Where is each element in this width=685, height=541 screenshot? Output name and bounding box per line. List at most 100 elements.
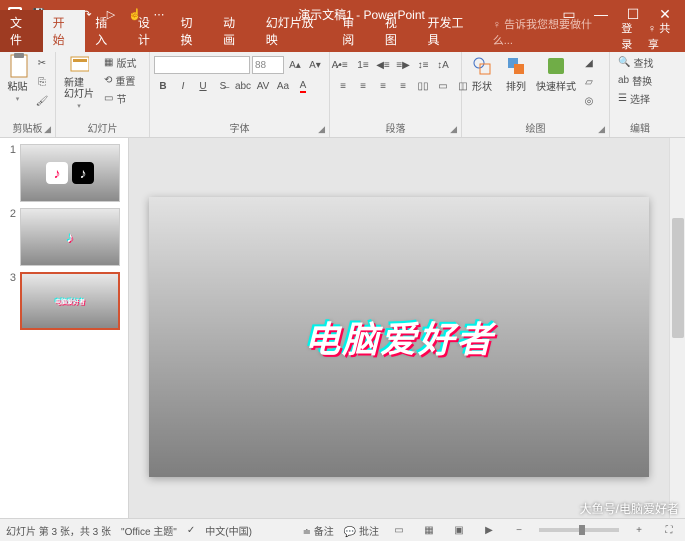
current-slide[interactable]: 电脑爱好者 <box>149 197 649 477</box>
tab-file[interactable]: 文件 <box>0 10 43 52</box>
section-button[interactable]: ▭节 <box>100 90 140 107</box>
ruler-area <box>129 138 669 156</box>
slide-title-text[interactable]: 电脑爱好者 <box>304 311 494 363</box>
decrease-font-button[interactable]: A▾ <box>306 56 324 74</box>
tab-view[interactable]: 视图 <box>375 10 418 52</box>
zoom-slider-thumb[interactable] <box>579 525 585 535</box>
layout-button[interactable]: ▦版式 <box>100 54 140 71</box>
find-label: 查找 <box>633 55 653 70</box>
new-slide-button[interactable]: 新建 幻灯片 ▾ <box>60 54 98 112</box>
text-direction-button[interactable]: ↕A <box>434 56 452 74</box>
columns-button[interactable]: ▯▯ <box>414 77 432 95</box>
arrange-button[interactable]: 排列 <box>500 54 532 95</box>
font-size-input[interactable] <box>252 56 284 74</box>
tab-insert[interactable]: 插入 <box>85 10 128 52</box>
shadow-button[interactable]: abc <box>234 77 252 95</box>
font-color-button[interactable]: A <box>294 77 312 95</box>
group-drawing: 形状 排列 快速样式 ◢ ▱ ◎ 绘图◢ <box>462 52 610 137</box>
tell-me-placeholder: 告诉我您想要做什么... <box>493 19 592 47</box>
section-label: 节 <box>116 91 126 106</box>
shape-outline-button[interactable]: ▱ <box>580 73 598 91</box>
sorter-view-button[interactable]: ▦ <box>419 522 439 538</box>
find-button[interactable]: 🔍查找 <box>614 54 657 71</box>
tab-animations[interactable]: 动画 <box>213 10 256 52</box>
bold-button[interactable]: B <box>154 77 172 95</box>
paragraph-dialog-launcher[interactable]: ◢ <box>450 124 457 135</box>
thumbnail-3[interactable]: 3 电脑爱好者 <box>4 272 124 330</box>
quickstyles-icon <box>546 56 566 76</box>
increase-indent-button[interactable]: ≡▶ <box>394 56 412 74</box>
font-family-input[interactable] <box>154 56 250 74</box>
scrollbar-thumb[interactable] <box>672 218 684 338</box>
format-painter-button[interactable]: 🖌 <box>33 92 51 110</box>
change-case-button[interactable]: Aa <box>274 77 292 95</box>
slideshow-view-button[interactable]: ▶ <box>479 522 499 538</box>
reading-view-button[interactable]: ▣ <box>449 522 469 538</box>
tell-me-input[interactable]: ♀ 告诉我您想要做什么... <box>483 12 616 52</box>
ribbon: 粘贴 ▾ ✂ ⎘ 🖌 剪贴板◢ 新建 幻灯片 ▾ ▦版式 ⟲重置 ▭节 <box>0 52 685 138</box>
shape-effects-button[interactable]: ◎ <box>580 92 598 110</box>
zoom-out-button[interactable]: − <box>509 522 529 538</box>
tab-transitions[interactable]: 切换 <box>171 10 214 52</box>
slides-label: 幻灯片 <box>88 124 118 135</box>
tab-home[interactable]: 开始 <box>43 10 86 52</box>
select-button[interactable]: ☰选择 <box>614 90 657 107</box>
tab-developer[interactable]: 开发工具 <box>418 10 483 52</box>
replace-button[interactable]: ab替换 <box>614 72 657 89</box>
line-spacing-button[interactable]: ↕≡ <box>414 56 432 74</box>
comments-button[interactable]: 💬 批注 <box>344 523 379 538</box>
section-icon: ▭ <box>104 93 113 104</box>
strikethrough-button[interactable]: S̶ <box>214 77 232 95</box>
increase-font-button[interactable]: A▴ <box>286 56 304 74</box>
spellcheck-indicator[interactable]: ✓ <box>187 525 195 536</box>
normal-view-button[interactable]: ▭ <box>389 522 409 538</box>
paste-button[interactable]: 粘贴 ▾ <box>4 54 31 105</box>
justify-button[interactable]: ≡ <box>394 77 412 95</box>
underline-button[interactable]: U <box>194 77 212 95</box>
replace-icon: ab <box>618 75 629 86</box>
clipboard-dialog-launcher[interactable]: ◢ <box>44 124 51 135</box>
fit-to-window-button[interactable]: ⛶ <box>659 522 679 538</box>
decrease-indent-button[interactable]: ◀≡ <box>374 56 392 74</box>
drawing-dialog-launcher[interactable]: ◢ <box>598 124 605 135</box>
tab-review[interactable]: 审阅 <box>332 10 375 52</box>
tiktok-icon: ♪ <box>46 162 68 184</box>
replace-label: 替换 <box>632 73 652 88</box>
tiktok-icon: ♪ <box>59 226 81 248</box>
numbering-button[interactable]: 1≡ <box>354 56 372 74</box>
tab-slideshow[interactable]: 幻灯片放映 <box>256 10 333 52</box>
char-spacing-button[interactable]: AV <box>254 77 272 95</box>
theme-indicator[interactable]: "Office 主题" <box>121 523 177 538</box>
login-link[interactable]: 登录 <box>621 20 642 52</box>
thumb-number: 1 <box>4 144 16 202</box>
quickstyles-button[interactable]: 快速样式 <box>534 54 578 95</box>
italic-button[interactable]: I <box>174 77 192 95</box>
align-left-button[interactable]: ≡ <box>334 77 352 95</box>
paste-label: 粘贴 <box>8 78 28 93</box>
share-button[interactable]: ♀ 共享 <box>648 20 679 52</box>
align-text-button[interactable]: ▭ <box>434 77 452 95</box>
shape-fill-button[interactable]: ◢ <box>580 54 598 72</box>
tab-design[interactable]: 设计 <box>128 10 171 52</box>
slide-counter[interactable]: 幻灯片 第 3 张，共 3 张 <box>6 523 111 538</box>
copy-button[interactable]: ⎘ <box>33 73 51 91</box>
thumbnail-1[interactable]: 1 ♪ ♪ <box>4 144 124 202</box>
zoom-slider[interactable] <box>539 528 619 532</box>
thumb-text: 电脑爱好者 <box>55 297 85 306</box>
vertical-scrollbar[interactable] <box>669 138 685 518</box>
shapes-button[interactable]: 形状 <box>466 54 498 95</box>
reset-button[interactable]: ⟲重置 <box>100 72 140 89</box>
language-indicator[interactable]: 中文(中国) <box>205 523 252 538</box>
align-right-button[interactable]: ≡ <box>374 77 392 95</box>
clipboard-label: 剪贴板 <box>13 124 43 135</box>
bullets-button[interactable]: •≡ <box>334 56 352 74</box>
slide-area[interactable]: 电脑爱好者 <box>129 156 669 518</box>
zoom-in-button[interactable]: + <box>629 522 649 538</box>
thumb-number: 2 <box>4 208 16 266</box>
notes-button[interactable]: ≐ 备注 <box>303 523 334 538</box>
font-dialog-launcher[interactable]: ◢ <box>318 124 325 135</box>
thumbnail-2[interactable]: 2 ♪ <box>4 208 124 266</box>
align-center-button[interactable]: ≡ <box>354 77 372 95</box>
thumbnail-panel: 1 ♪ ♪ 2 ♪ 3 电脑爱好者 <box>0 138 129 518</box>
cut-button[interactable]: ✂ <box>33 54 51 72</box>
